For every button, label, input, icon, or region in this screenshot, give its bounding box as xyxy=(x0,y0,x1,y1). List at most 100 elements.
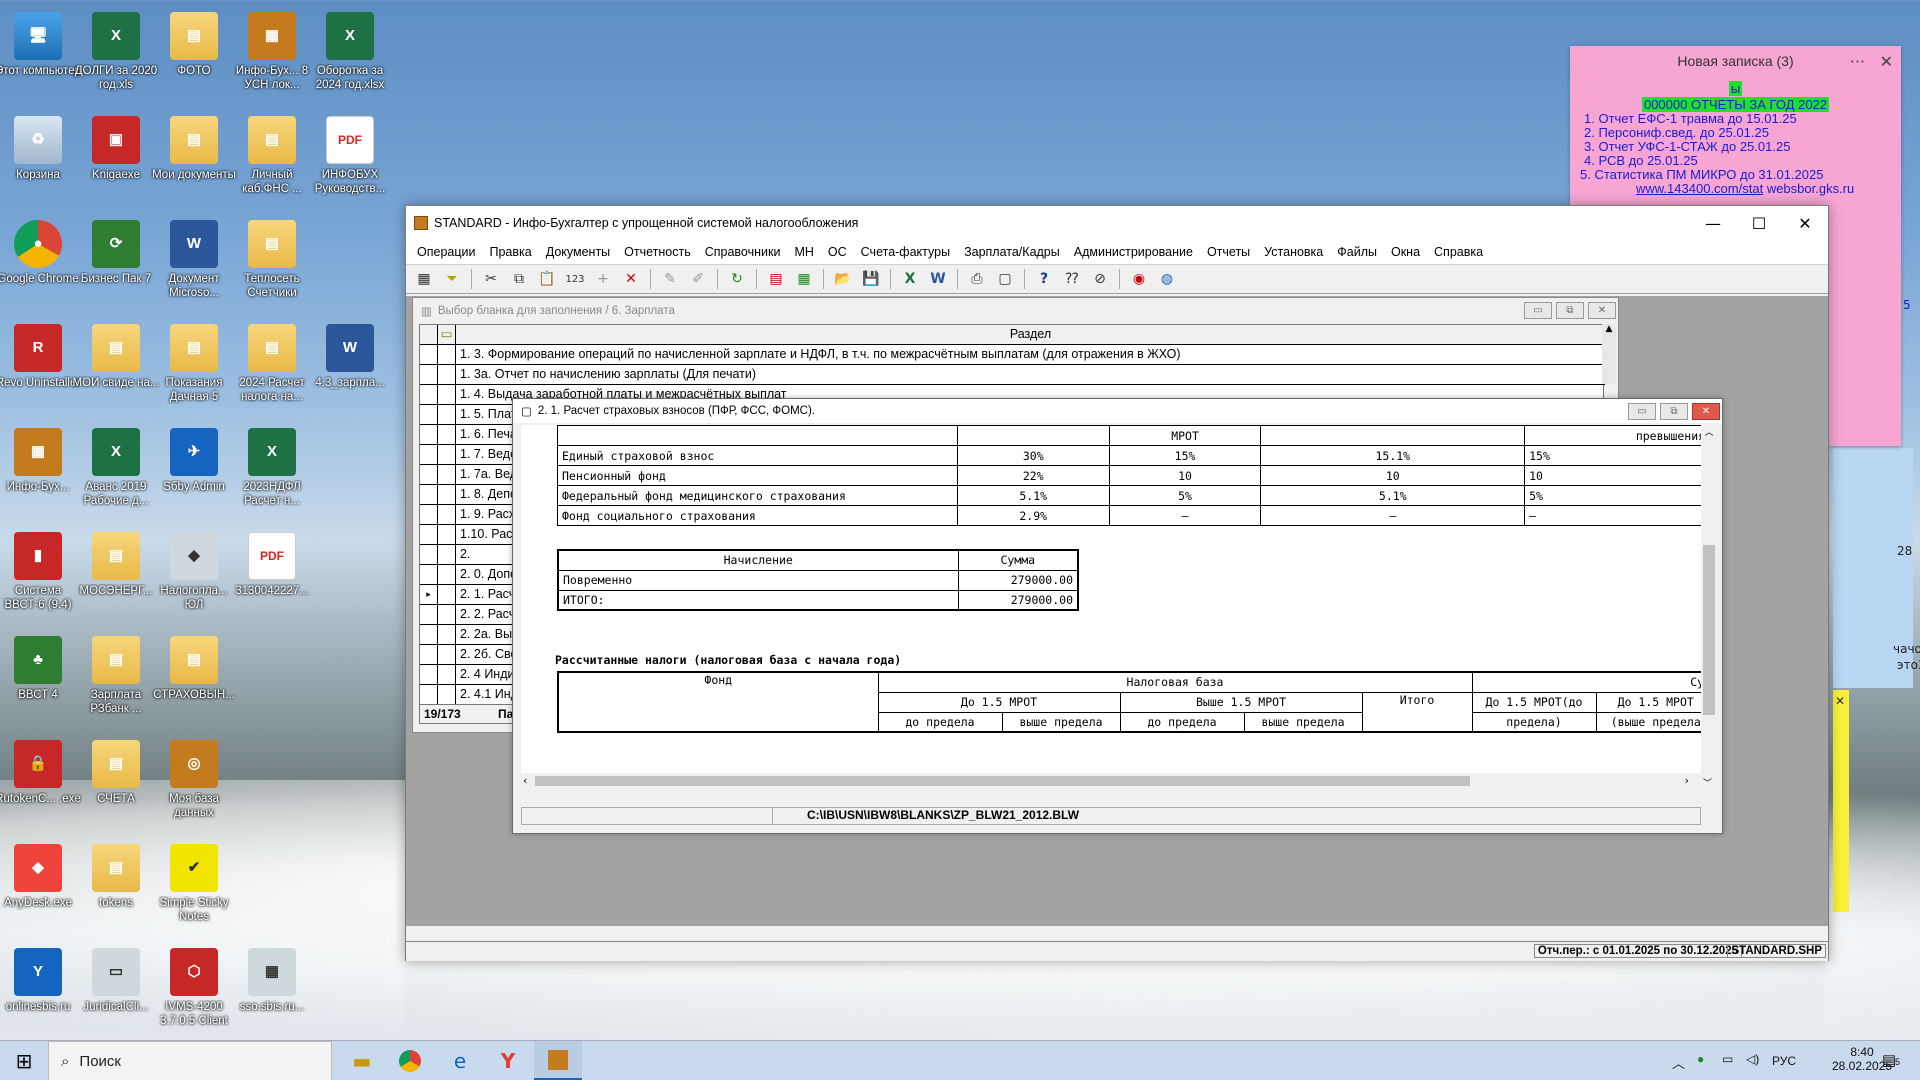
help-icon[interactable]: ? xyxy=(1032,268,1056,290)
row-selector[interactable] xyxy=(420,385,438,404)
desktop-icon[interactable]: ▤ Мои документы xyxy=(150,110,238,210)
desktop-icon[interactable]: ▤ Показания Дачная 5 xyxy=(150,318,238,418)
row-selector[interactable] xyxy=(420,345,438,364)
tray-chevron-icon[interactable]: ︿ xyxy=(1672,1053,1685,1072)
desktop-icon[interactable]: ♻ Корзина xyxy=(0,110,82,210)
menu-item[interactable]: Справочники xyxy=(698,245,788,259)
grid-row[interactable]: 1. 3. Формирование операций по начисленн… xyxy=(420,345,1605,365)
more-icon[interactable]: ··· xyxy=(1850,52,1865,71)
grid-row[interactable]: 1. 3а. Отчет по начислению зарплаты (Для… xyxy=(420,365,1605,385)
maximize-button[interactable]: ☐ xyxy=(1736,206,1782,240)
desktop-icon[interactable]: ✔ Simple Sticky Notes xyxy=(150,838,238,938)
row-selector[interactable] xyxy=(420,485,438,504)
menu-item[interactable]: Отчеты xyxy=(1200,245,1257,259)
desktop-icon[interactable]: ● Google Chrome xyxy=(0,214,82,314)
desktop-icon[interactable]: X Аванс 2019 Рабочие д... xyxy=(72,422,160,522)
restore-button[interactable]: ⧉ xyxy=(1556,302,1584,319)
desktop-icon[interactable]: ▦ Инфо-Бух... 8 УСН лок... xyxy=(228,6,316,106)
calendar-icon[interactable]: ▦ xyxy=(412,268,436,290)
delete-icon[interactable]: ✕ xyxy=(619,268,643,290)
grid-row[interactable]: 2. 2б. Сво xyxy=(420,645,520,665)
menu-item[interactable]: Операции xyxy=(410,245,482,259)
renumber-icon[interactable]: 123 xyxy=(563,268,587,290)
desktop-icon[interactable]: ▦ Инфо-Бух... xyxy=(0,422,82,522)
menu-item[interactable]: Администрирование xyxy=(1067,245,1200,259)
row-selector[interactable] xyxy=(420,545,438,564)
paste-icon[interactable]: 📋 xyxy=(535,268,559,290)
sticky-note-yellow[interactable]: ✕ xyxy=(1833,690,1849,912)
desktop-icon[interactable]: ▮ Система ВВСТ-6 (9.4) xyxy=(0,526,82,626)
desktop-icon[interactable]: ▤ ФОТО xyxy=(150,6,238,106)
grid-row[interactable]: ▸ 2. 1. Расч xyxy=(420,585,520,605)
form-selection-title-bar[interactable]: ▥ Выбор бланка для заполнения / 6. Зарпл… xyxy=(413,298,1618,324)
pen-alt-icon[interactable]: ✐ xyxy=(686,268,710,290)
update-icon[interactable]: ◉ xyxy=(1127,268,1151,290)
chrome-icon[interactable] xyxy=(386,1041,434,1080)
grid-row[interactable]: 1. 6. Печа xyxy=(420,425,520,445)
scroll-up-icon[interactable]: ▲ xyxy=(1602,324,1616,334)
filter-icon[interactable]: ⏷ xyxy=(440,268,464,290)
menu-item[interactable]: Зарплата/Кадры xyxy=(957,245,1067,259)
menu-item[interactable]: Окна xyxy=(1384,245,1427,259)
row-selector[interactable] xyxy=(420,625,438,644)
desktop-icon[interactable]: 🖥 Этот компьютер xyxy=(0,6,82,106)
desktop-icon[interactable]: ◎ Моя база данных xyxy=(150,734,238,834)
row-selector[interactable] xyxy=(420,465,438,484)
grid-row[interactable]: 2. 2а. Вые xyxy=(420,625,520,645)
scroll-left-icon[interactable]: ‹ xyxy=(523,774,527,787)
desktop-icon[interactable]: ▤ tokens xyxy=(72,838,160,938)
menu-item[interactable]: Справка xyxy=(1427,245,1490,259)
menu-item[interactable]: Документы xyxy=(539,245,617,259)
desktop-icon[interactable]: 🔒 RutokenC... .exe xyxy=(0,734,82,834)
grid-row[interactable]: 2. 4 Инди xyxy=(420,665,520,685)
desktop-icon[interactable]: ◆ AnyDesk.exe xyxy=(0,838,82,938)
print-icon[interactable]: ⎙ xyxy=(965,268,989,290)
desktop-icon[interactable]: ◆ Налогопла... ЮЛ xyxy=(150,526,238,626)
desktop-icon[interactable]: R Revo Uninstaller xyxy=(0,318,82,418)
vertical-scrollbar[interactable]: ︿ ﹀ xyxy=(1701,425,1717,789)
infobuh-taskbar-icon[interactable] xyxy=(534,1041,582,1080)
search-box[interactable]: ⌕ Поиск xyxy=(48,1041,332,1080)
excel-icon[interactable]: X xyxy=(898,268,922,290)
language-indicator[interactable]: РУС xyxy=(1772,1054,1796,1068)
grid-row[interactable]: 1. 9. Расх xyxy=(420,505,520,525)
close-icon[interactable]: ✕ xyxy=(1880,52,1893,71)
scroll-right-icon[interactable]: › xyxy=(1685,774,1689,787)
desktop-icon[interactable]: Yonlinesbis.ru xyxy=(0,942,82,1042)
desktop-icon[interactable]: ▤ СЧЕТА xyxy=(72,734,160,834)
row-selector[interactable] xyxy=(420,405,438,424)
row-selector[interactable] xyxy=(420,665,438,684)
context-help-icon[interactable]: ⁇ xyxy=(1060,268,1084,290)
grid-row[interactable]: 2. 2. Расч xyxy=(420,605,520,625)
report-window[interactable]: ▢ 2. 1. Расчет страховых взносов (ПФР, Ф… xyxy=(512,398,1723,834)
row-selector[interactable] xyxy=(420,525,438,544)
desktop-icon[interactable]: ♣ ВВСТ 4 xyxy=(0,630,82,730)
desktop-icon[interactable]: W Документ Microso... xyxy=(150,214,238,314)
close-button[interactable]: ✕ xyxy=(1782,206,1828,240)
scroll-up-icon[interactable]: ︿ xyxy=(1701,425,1717,438)
menu-item[interactable]: Установка xyxy=(1257,245,1330,259)
menu-item[interactable]: МН xyxy=(787,245,820,259)
file-explorer-icon[interactable]: ▬ xyxy=(338,1041,386,1080)
yandex-icon[interactable]: Y xyxy=(484,1041,532,1080)
desktop-icon[interactable]: ▤ Теплосеть Счетчики xyxy=(228,214,316,314)
close-icon[interactable]: ✕ xyxy=(1835,694,1845,708)
desktop-icon[interactable]: ✈ Sбby Admin xyxy=(150,422,238,522)
grid-row[interactable]: 1.10. Рас xyxy=(420,525,520,545)
grid-row[interactable]: 1. 5. Плат xyxy=(420,405,520,425)
menu-item[interactable]: Файлы xyxy=(1330,245,1384,259)
windows-start-icon[interactable]: ⊞ xyxy=(0,1041,48,1080)
grid-row[interactable]: 2. 4.1 Инд xyxy=(420,685,520,705)
desktop-icon[interactable]: ▤ Зарплата РЗбанк ... xyxy=(72,630,160,730)
refresh-icon[interactable]: ↻ xyxy=(725,268,749,290)
report-title-bar[interactable]: ▢ 2. 1. Расчет страховых взносов (ПФР, Ф… xyxy=(513,399,1722,423)
minimize-button[interactable]: ▭ xyxy=(1524,302,1552,319)
internet-explorer-icon[interactable]: e xyxy=(436,1041,484,1080)
grid-scrollbar[interactable]: ▲ xyxy=(1602,324,1616,384)
sticky-note-blue[interactable]: 5 28 чачок это3 xyxy=(1833,298,1920,688)
copy-icon[interactable]: ⧉ xyxy=(507,268,531,290)
save-icon[interactable]: 💾 xyxy=(859,268,883,290)
network-icon[interactable]: ◍ xyxy=(1155,268,1179,290)
desktop-icon[interactable]: ▭ JuridicalCli... xyxy=(72,942,160,1042)
desktop-icon[interactable]: PDF ИНФОБУХ Руководств... xyxy=(306,110,394,210)
